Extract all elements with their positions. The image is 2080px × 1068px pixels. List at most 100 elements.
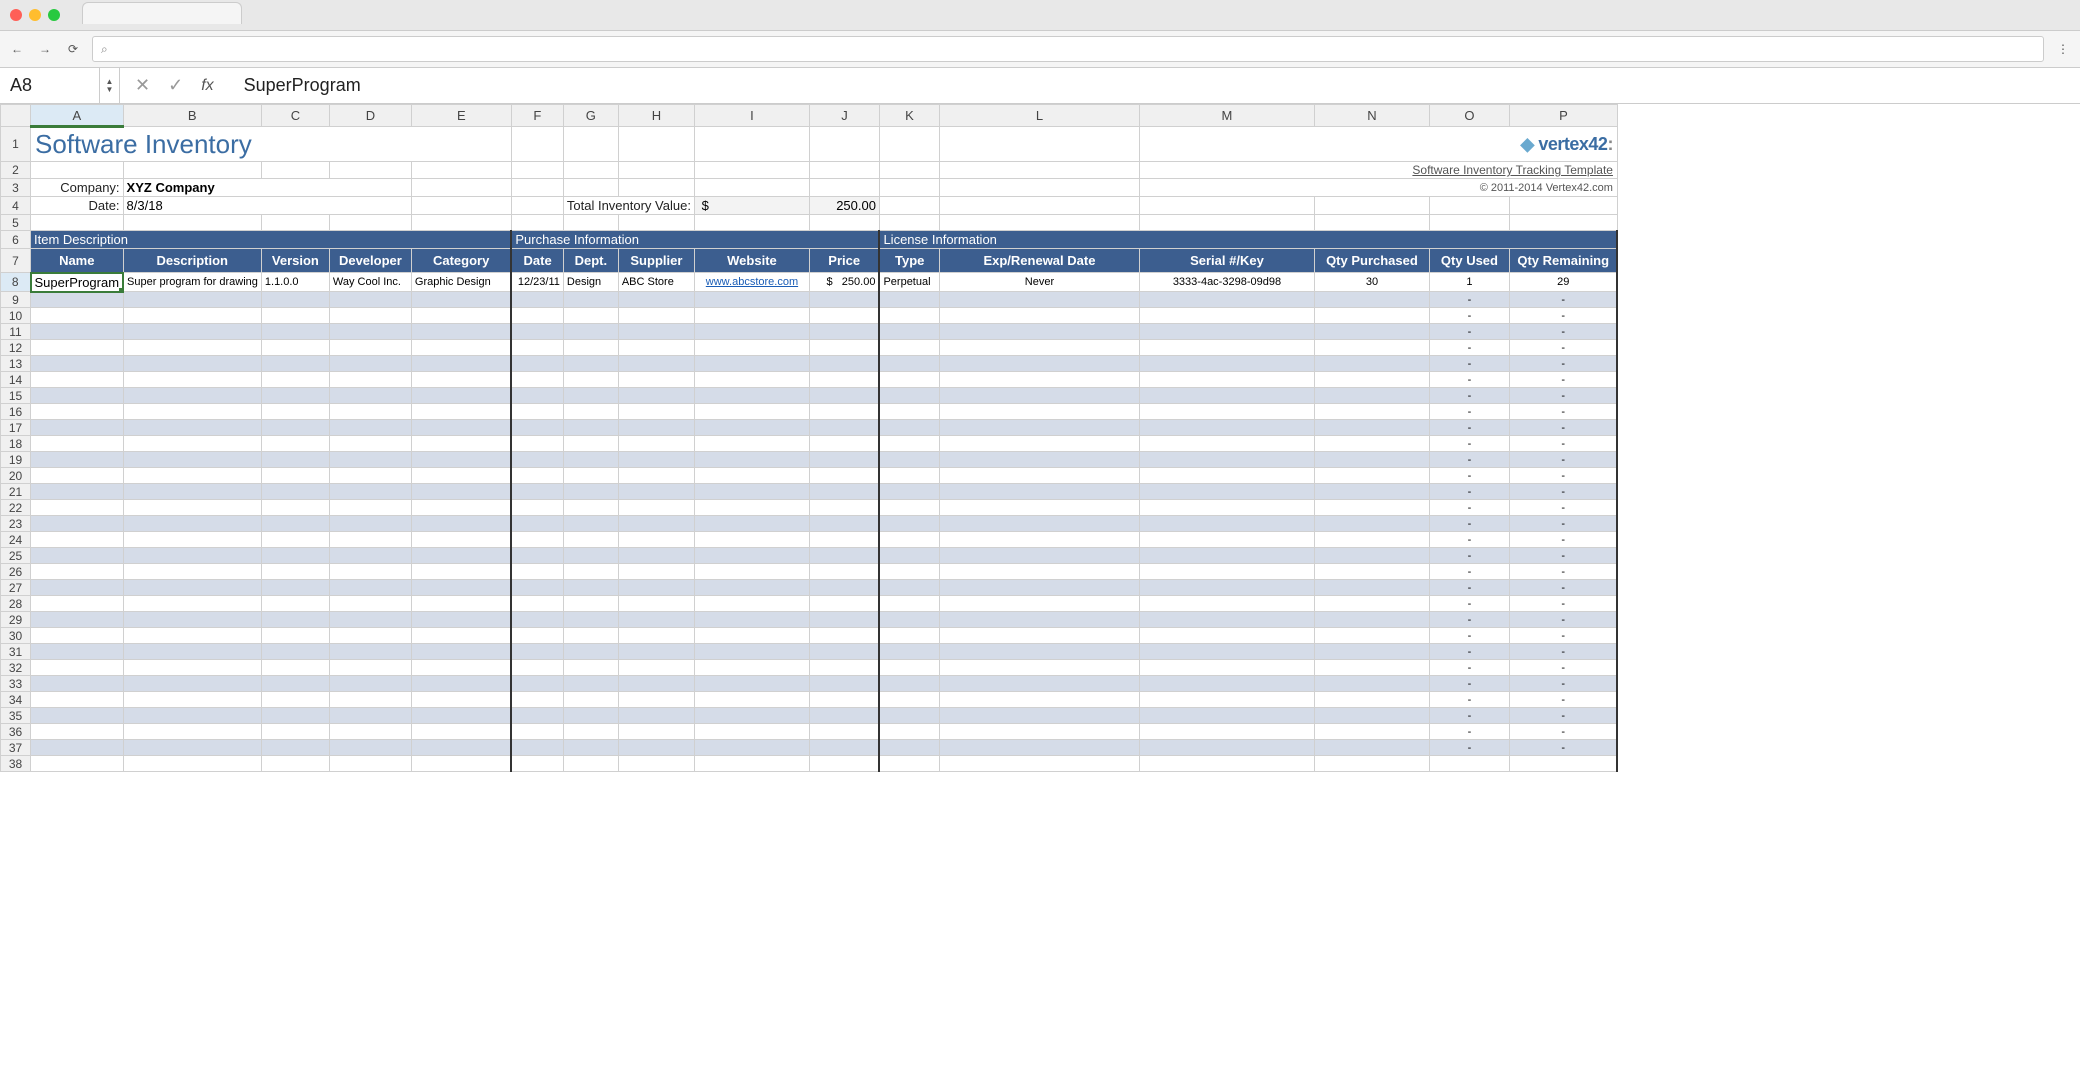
- cell[interactable]: [809, 404, 879, 420]
- cell[interactable]: [261, 324, 329, 340]
- cell-developer[interactable]: Way Cool Inc.: [329, 273, 411, 292]
- cell[interactable]: [618, 580, 694, 596]
- cell[interactable]: [939, 532, 1139, 548]
- cell[interactable]: [329, 564, 411, 580]
- cell[interactable]: -: [1429, 644, 1509, 660]
- cell[interactable]: [511, 468, 563, 484]
- cell[interactable]: [939, 660, 1139, 676]
- column-header-F[interactable]: F: [511, 105, 563, 127]
- chevron-down-icon[interactable]: ▼: [100, 86, 119, 94]
- cell[interactable]: -: [1429, 500, 1509, 516]
- cell[interactable]: [511, 372, 563, 388]
- cell[interactable]: [563, 596, 618, 612]
- row-header-27[interactable]: 27: [1, 580, 31, 596]
- cell[interactable]: [31, 452, 124, 468]
- cell-qty-remaining[interactable]: 29: [1509, 273, 1617, 292]
- cell[interactable]: [329, 215, 411, 231]
- table-header-category[interactable]: Category: [411, 249, 511, 273]
- cell[interactable]: [879, 292, 939, 308]
- cell[interactable]: [694, 596, 809, 612]
- cell[interactable]: [411, 162, 511, 179]
- cell-category[interactable]: Graphic Design: [411, 273, 511, 292]
- table-header-dept-[interactable]: Dept.: [563, 249, 618, 273]
- cell[interactable]: [939, 612, 1139, 628]
- cell[interactable]: [563, 372, 618, 388]
- cell[interactable]: [939, 356, 1139, 372]
- cell[interactable]: [939, 500, 1139, 516]
- cell[interactable]: [563, 644, 618, 660]
- cell[interactable]: [411, 548, 511, 564]
- cell[interactable]: [511, 708, 563, 724]
- cell[interactable]: [123, 308, 261, 324]
- cell-price[interactable]: $ 250.00: [809, 273, 879, 292]
- cell[interactable]: [1314, 197, 1429, 215]
- cell[interactable]: [809, 388, 879, 404]
- cell[interactable]: [123, 516, 261, 532]
- cell[interactable]: [411, 756, 511, 772]
- column-header-P[interactable]: P: [1509, 105, 1617, 127]
- column-header-G[interactable]: G: [563, 105, 618, 127]
- cell[interactable]: -: [1509, 532, 1617, 548]
- cell[interactable]: [879, 532, 939, 548]
- cell[interactable]: [563, 452, 618, 468]
- cell[interactable]: [939, 388, 1139, 404]
- fill-handle[interactable]: [119, 288, 123, 292]
- cell[interactable]: [123, 548, 261, 564]
- cell[interactable]: [261, 740, 329, 756]
- cell[interactable]: -: [1429, 388, 1509, 404]
- cell[interactable]: [329, 356, 411, 372]
- cell[interactable]: [618, 724, 694, 740]
- cell[interactable]: [511, 756, 563, 772]
- cell[interactable]: -: [1509, 420, 1617, 436]
- cell[interactable]: [261, 532, 329, 548]
- cell[interactable]: [1509, 756, 1617, 772]
- cell[interactable]: [618, 596, 694, 612]
- cell[interactable]: [123, 452, 261, 468]
- cell[interactable]: [31, 548, 124, 564]
- cell[interactable]: [31, 324, 124, 340]
- select-all-corner[interactable]: [1, 105, 31, 127]
- cell[interactable]: [1314, 628, 1429, 644]
- cell-version[interactable]: 1.1.0.0: [261, 273, 329, 292]
- cell[interactable]: -: [1509, 340, 1617, 356]
- cell[interactable]: [618, 548, 694, 564]
- cell[interactable]: [879, 644, 939, 660]
- cell[interactable]: [411, 179, 511, 197]
- cell[interactable]: [563, 162, 618, 179]
- cell[interactable]: [261, 468, 329, 484]
- cell-qty-purchased[interactable]: 30: [1314, 273, 1429, 292]
- cell[interactable]: [329, 596, 411, 612]
- cell[interactable]: [939, 516, 1139, 532]
- cell[interactable]: [511, 388, 563, 404]
- cell[interactable]: [261, 484, 329, 500]
- cell[interactable]: [879, 516, 939, 532]
- cell[interactable]: [329, 708, 411, 724]
- cell[interactable]: [809, 660, 879, 676]
- cell[interactable]: -: [1509, 596, 1617, 612]
- cell[interactable]: [618, 420, 694, 436]
- cell[interactable]: [694, 660, 809, 676]
- cell[interactable]: [511, 564, 563, 580]
- row-header-29[interactable]: 29: [1, 612, 31, 628]
- cell[interactable]: -: [1509, 628, 1617, 644]
- cell[interactable]: [618, 484, 694, 500]
- cell[interactable]: [618, 308, 694, 324]
- cell[interactable]: [694, 388, 809, 404]
- cell[interactable]: [1139, 724, 1314, 740]
- cell[interactable]: [1139, 500, 1314, 516]
- cell[interactable]: [879, 215, 939, 231]
- cell[interactable]: [31, 708, 124, 724]
- row-header-13[interactable]: 13: [1, 356, 31, 372]
- cell[interactable]: [879, 127, 939, 162]
- cell[interactable]: [694, 484, 809, 500]
- cell[interactable]: [694, 628, 809, 644]
- cell[interactable]: [1314, 292, 1429, 308]
- cell[interactable]: [411, 708, 511, 724]
- formula-cancel-button[interactable]: ✕: [135, 75, 150, 96]
- cell[interactable]: [563, 404, 618, 420]
- cell[interactable]: [563, 436, 618, 452]
- cell[interactable]: [411, 628, 511, 644]
- cell[interactable]: [1139, 756, 1314, 772]
- cell[interactable]: [1139, 292, 1314, 308]
- cell[interactable]: [329, 612, 411, 628]
